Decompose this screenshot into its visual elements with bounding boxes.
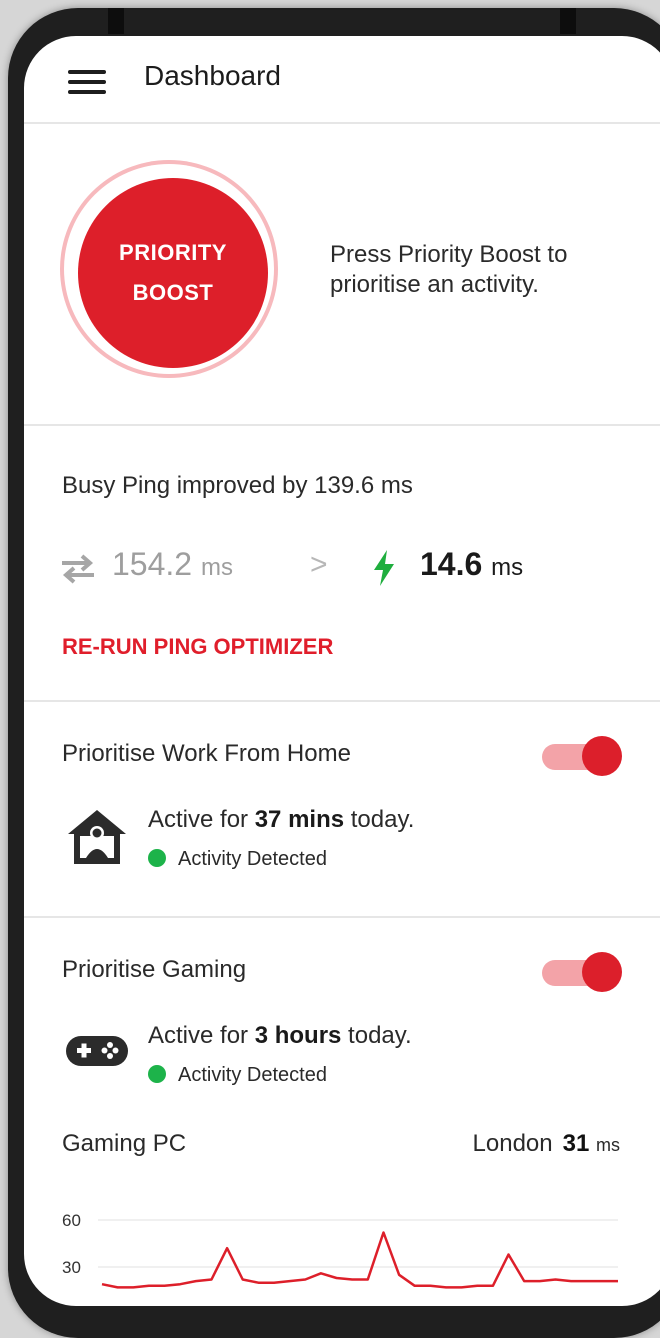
y-tick-label: 60 bbox=[62, 1211, 81, 1230]
y-tick-label: 0 bbox=[62, 1305, 71, 1306]
old-ping-unit: ms bbox=[200, 554, 233, 581]
old-ping-value: 154.2 ms bbox=[112, 546, 233, 583]
swap-arrows-icon bbox=[62, 554, 94, 584]
y-tick-label: 30 bbox=[62, 1258, 81, 1277]
chevron-right-icon: > bbox=[310, 548, 328, 581]
ping-comparison: 154.2 ms > 14.6 ms bbox=[60, 546, 620, 590]
chart-latency-unit: ms bbox=[596, 1135, 620, 1155]
work-from-home-active-text: Active for 37 mins today. bbox=[148, 806, 415, 833]
house-person-icon bbox=[68, 810, 126, 864]
hamburger-menu-icon[interactable] bbox=[68, 70, 106, 94]
work-from-home-title: Prioritise Work From Home bbox=[62, 740, 351, 767]
latency-series-line bbox=[101, 1231, 618, 1289]
rerun-ping-optimizer-link[interactable]: RE-RUN PING OPTIMIZER bbox=[62, 634, 333, 660]
old-ping-number: 154.2 bbox=[112, 546, 193, 582]
status-dot-icon bbox=[148, 849, 166, 867]
app-header: Dashboard bbox=[24, 36, 660, 124]
work-from-home-status: Activity Detected bbox=[148, 848, 327, 871]
chart-latency-value: 31 bbox=[562, 1130, 590, 1157]
app-screen: Dashboard PRIORITY BOOST Press Priority … bbox=[24, 36, 660, 1306]
gaming-status: Activity Detected bbox=[148, 1064, 327, 1087]
new-ping-number: 14.6 bbox=[420, 546, 483, 582]
chart-device-label: Gaming PC bbox=[62, 1130, 187, 1157]
priority-boost-section: PRIORITY BOOST Press Priority Boost to p… bbox=[24, 124, 660, 426]
phone-button-right bbox=[560, 8, 576, 34]
new-ping-value: 14.6 ms bbox=[420, 546, 523, 583]
priority-boost-button[interactable]: PRIORITY BOOST bbox=[78, 178, 268, 368]
priority-boost-label-line2: BOOST bbox=[132, 280, 214, 305]
status-dot-icon bbox=[148, 1065, 166, 1083]
new-ping-unit: ms bbox=[491, 554, 524, 581]
lightning-bolt-icon bbox=[374, 550, 394, 586]
priority-boost-label-line1: PRIORITY bbox=[119, 240, 227, 265]
gaming-active-text: Active for 3 hours today. bbox=[148, 1022, 412, 1049]
gamepad-icon bbox=[66, 1036, 128, 1066]
gaming-active-duration: 3 hours bbox=[254, 1022, 342, 1049]
gaming-title: Prioritise Gaming bbox=[62, 956, 247, 983]
priority-boost-description: Press Priority Boost to prioritise an ac… bbox=[330, 241, 568, 298]
work-from-home-active-duration: 37 mins bbox=[254, 806, 345, 833]
ping-section: Busy Ping improved by 139.6 ms 154.2 ms … bbox=[24, 426, 660, 702]
ping-summary: Busy Ping improved by 139.6 ms bbox=[62, 472, 413, 499]
phone-button-left bbox=[108, 8, 124, 34]
work-from-home-section: Prioritise Work From Home Active for 37 … bbox=[24, 702, 660, 918]
chart-location-latency: London 31 ms bbox=[473, 1130, 620, 1158]
gaming-section: Prioritise Gaming Active for 3 hours tod… bbox=[24, 918, 660, 1306]
page-title: Dashboard bbox=[144, 60, 281, 91]
latency-line-chart: 60 30 0 bbox=[62, 1211, 618, 1306]
work-from-home-toggle[interactable] bbox=[542, 736, 624, 776]
gaming-toggle[interactable] bbox=[542, 952, 624, 992]
chart-location: London bbox=[472, 1130, 553, 1157]
priority-boost-ring: PRIORITY BOOST bbox=[60, 160, 278, 378]
